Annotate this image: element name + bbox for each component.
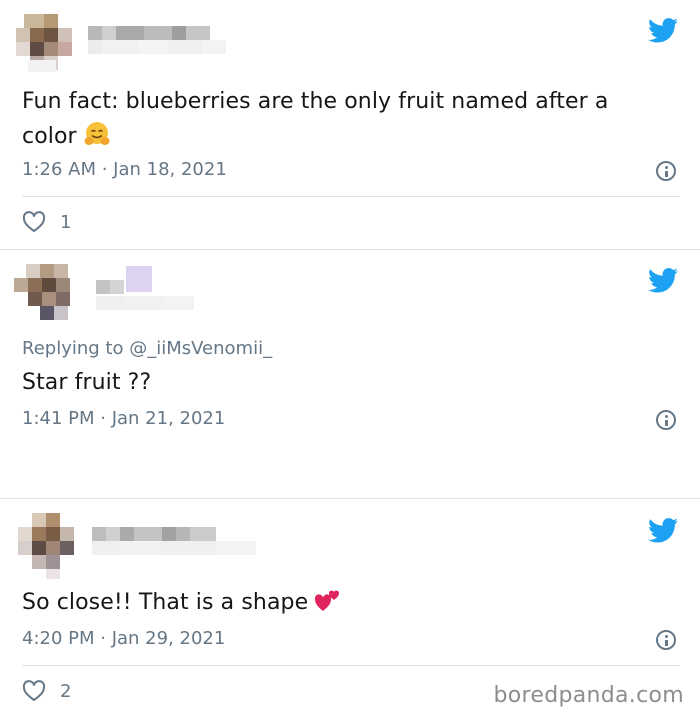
divider <box>22 665 680 666</box>
watermark: boredpanda.com <box>493 683 684 708</box>
tweet-timestamp[interactable]: 1:41 PM · Jan 21, 2021 <box>22 408 225 429</box>
twitter-bird-icon[interactable] <box>648 518 678 543</box>
like-count: 1 <box>60 211 72 233</box>
tweet-text: Star fruit ?? <box>22 370 152 395</box>
avatar-pixelated[interactable] <box>14 264 96 326</box>
like-count: 2 <box>60 680 72 702</box>
info-icon[interactable] <box>656 630 676 650</box>
avatar-pixelated[interactable] <box>18 513 90 579</box>
info-icon[interactable] <box>656 161 676 181</box>
info-icon[interactable] <box>656 410 676 430</box>
twitter-bird-icon[interactable] <box>648 18 678 43</box>
tweet-text: So close!! That is a shape <box>22 585 670 620</box>
like-button[interactable]: 1 <box>22 211 71 233</box>
tweet-timestamp[interactable]: 4:20 PM · Jan 29, 2021 <box>22 628 225 649</box>
reply-handle-link[interactable]: @_iiMsVenomii_ <box>129 338 272 359</box>
divider <box>22 196 680 197</box>
display-name-pixelated[interactable] <box>28 26 248 72</box>
tweet-card: Fun fact: blueberries are the only fruit… <box>0 0 700 249</box>
heart-icon <box>22 211 46 232</box>
hugging-face-emoji-icon <box>84 122 110 145</box>
display-name-pixelated[interactable] <box>92 527 262 567</box>
like-button[interactable]: 2 <box>22 680 71 702</box>
tweet-timestamp[interactable]: 1:26 AM · Jan 18, 2021 <box>22 159 227 180</box>
two-hearts-emoji-icon <box>315 590 340 611</box>
replying-label: Replying to <box>22 338 124 359</box>
tweet-card: Replying to @_iiMsVenomii_ Star fruit ??… <box>0 250 700 498</box>
display-name-pixelated[interactable] <box>96 266 206 318</box>
twitter-bird-icon[interactable] <box>648 268 678 293</box>
heart-icon <box>22 680 46 701</box>
replying-to: Replying to @_iiMsVenomii_ <box>22 338 272 359</box>
tweet-text: Fun fact: blueberries are the only fruit… <box>22 89 609 149</box>
